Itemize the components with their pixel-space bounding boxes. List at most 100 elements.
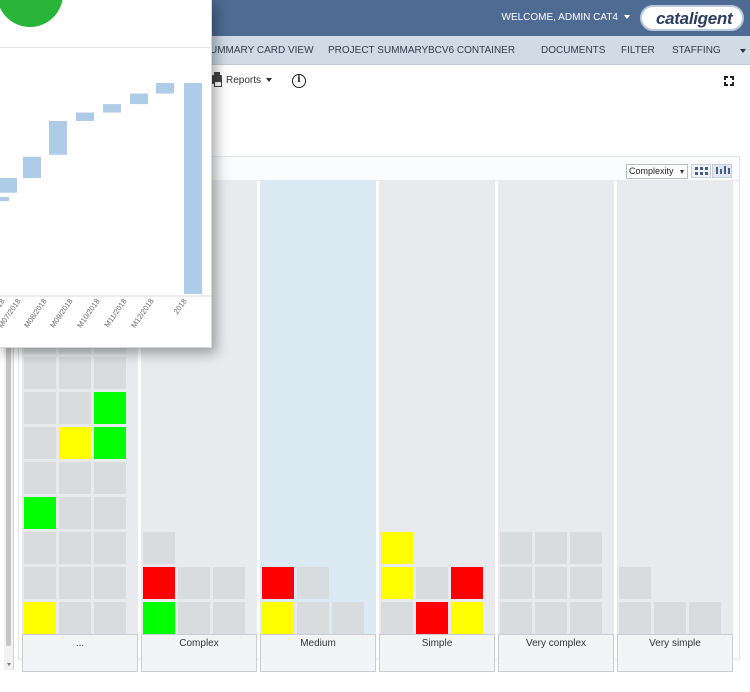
project-card-green[interactable] <box>94 392 126 424</box>
project-card-grey[interactable] <box>59 602 91 634</box>
project-card-grey[interactable] <box>94 532 126 564</box>
waterfall-bar <box>0 177 17 193</box>
waterfall-bar <box>156 83 174 94</box>
nav-more-icon[interactable] <box>740 49 746 53</box>
group-by-value: Complexity <box>629 166 674 176</box>
project-card-grey[interactable] <box>178 567 210 599</box>
nav-documents[interactable]: DOCUMENTS <box>541 45 605 56</box>
group-by-select[interactable]: Complexity <box>626 164 688 179</box>
project-card-yellow[interactable] <box>451 602 483 634</box>
user-menu[interactable]: WELCOME, ADMIN CAT4 <box>501 12 630 23</box>
x-tick-label: M10/2018 <box>75 297 102 329</box>
waterfall-bar <box>23 156 41 178</box>
project-card-yellow[interactable] <box>381 567 413 599</box>
status-circle-icon <box>0 0 63 27</box>
reports-label: Reports <box>226 75 262 86</box>
waterfall-bar <box>184 83 202 294</box>
project-card-grey[interactable] <box>24 357 56 389</box>
project-card-red[interactable] <box>143 567 175 599</box>
project-card-yellow[interactable] <box>381 532 413 564</box>
project-card-grey[interactable] <box>535 567 567 599</box>
project-card-grey[interactable] <box>500 602 532 634</box>
reports-menu[interactable]: Reports <box>212 72 273 87</box>
project-card-grey[interactable] <box>570 602 602 634</box>
grid-view-icon[interactable] <box>691 164 711 178</box>
project-card-grey[interactable] <box>59 497 91 529</box>
divider <box>0 47 211 48</box>
column-label: Simple <box>379 634 495 672</box>
project-card-grey[interactable] <box>59 357 91 389</box>
project-card-grey[interactable] <box>213 602 245 634</box>
info-icon[interactable]: i <box>292 74 306 88</box>
project-card-grey[interactable] <box>213 567 245 599</box>
project-card-grey[interactable] <box>143 532 175 564</box>
project-card-grey[interactable] <box>381 602 413 634</box>
project-card-grey[interactable] <box>500 532 532 564</box>
nav-summary-card-view[interactable]: UMMARY CARD VIEW <box>210 45 314 56</box>
waterfall-bar <box>49 120 67 155</box>
project-card-grey[interactable] <box>654 602 686 634</box>
cataligent-logo[interactable]: cataligent <box>640 5 744 31</box>
project-card-grey[interactable] <box>535 532 567 564</box>
project-card-grey[interactable] <box>178 602 210 634</box>
column-label: Complex <box>141 634 257 672</box>
project-card-grey[interactable] <box>94 357 126 389</box>
scrollbar-thumb[interactable] <box>6 346 11 646</box>
chevron-down-icon <box>624 15 630 20</box>
project-card-grey[interactable] <box>24 532 56 564</box>
project-card-grey[interactable] <box>24 392 56 424</box>
project-card-green[interactable] <box>24 497 56 529</box>
fullscreen-icon[interactable] <box>724 76 734 86</box>
left-scrollbar[interactable] <box>4 340 14 670</box>
project-card-grey[interactable] <box>94 462 126 494</box>
waterfall-bar <box>76 112 94 121</box>
x-tick-label: M09/2018 <box>48 297 75 329</box>
project-card-red[interactable] <box>416 602 448 634</box>
project-card-grey[interactable] <box>59 532 91 564</box>
project-card-grey[interactable] <box>332 602 364 634</box>
project-card-red[interactable] <box>262 567 294 599</box>
project-card-grey[interactable] <box>59 392 91 424</box>
chart-popup[interactable]: 018 M07/2018 M08/2018 M09/2018 M10/2018 M11/2… <box>0 0 212 348</box>
project-card-grey[interactable] <box>619 567 651 599</box>
printer-icon <box>212 72 222 87</box>
scroll-down-icon[interactable] <box>7 663 11 666</box>
welcome-text: WELCOME, ADMIN CAT4 <box>501 12 619 23</box>
project-card-grey[interactable] <box>24 462 56 494</box>
project-card-grey[interactable] <box>297 602 329 634</box>
project-card-grey[interactable] <box>59 462 91 494</box>
project-card-grey[interactable] <box>24 567 56 599</box>
project-card-yellow[interactable] <box>59 427 91 459</box>
project-card-grey[interactable] <box>297 567 329 599</box>
project-card-grey[interactable] <box>24 427 56 459</box>
logo-text: cataligent <box>656 9 733 28</box>
project-card-grey[interactable] <box>500 567 532 599</box>
project-card-grey[interactable] <box>570 567 602 599</box>
x-tick-label: M08/2018 <box>22 297 49 329</box>
bar-view-icon[interactable] <box>712 164 732 178</box>
project-card-grey[interactable] <box>94 567 126 599</box>
project-card-yellow[interactable] <box>24 602 56 634</box>
column-label: Very simple <box>617 634 733 672</box>
project-card-grey[interactable] <box>416 567 448 599</box>
project-card-grey[interactable] <box>535 602 567 634</box>
project-card-red[interactable] <box>451 567 483 599</box>
project-card-grey[interactable] <box>689 602 721 634</box>
project-card-grey[interactable] <box>94 602 126 634</box>
project-card-grey[interactable] <box>570 532 602 564</box>
project-card-green[interactable] <box>94 427 126 459</box>
waterfall-bar <box>103 104 121 113</box>
project-card-yellow[interactable] <box>262 602 294 634</box>
project-card-green[interactable] <box>143 602 175 634</box>
waterfall-bar <box>130 93 148 105</box>
project-card-grey[interactable] <box>619 602 651 634</box>
project-card-grey[interactable] <box>59 567 91 599</box>
nav-staffing[interactable]: STAFFING <box>672 45 721 56</box>
nav-filter[interactable]: FILTER <box>621 45 655 56</box>
project-card-grey[interactable] <box>94 497 126 529</box>
nav-project-summary[interactable]: PROJECT SUMMARY <box>328 45 428 56</box>
x-tick-label: 2018 <box>172 297 189 316</box>
x-tick-label: M12/2018 <box>129 297 156 329</box>
nav-bcv6-container[interactable]: BCV6 CONTAINER <box>428 45 515 56</box>
page: WELCOME, ADMIN CAT4 cataligent UMMARY CA… <box>0 0 750 692</box>
